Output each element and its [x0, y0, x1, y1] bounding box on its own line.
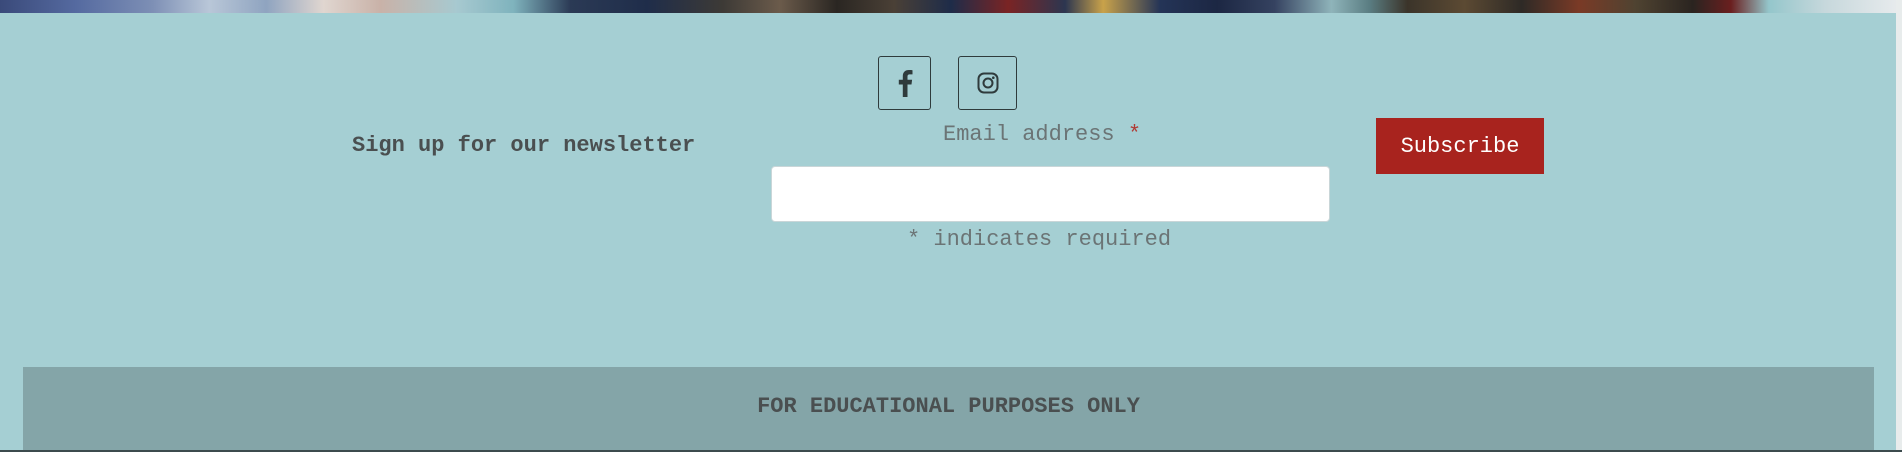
- footer-disclaimer: FOR EDUCATIONAL PURPOSES ONLY: [757, 394, 1140, 419]
- required-star: *: [1127, 122, 1142, 147]
- instagram-icon: [977, 72, 999, 94]
- subscribe-button[interactable]: Subscribe: [1376, 118, 1544, 174]
- email-label-text: Email address: [943, 122, 1115, 147]
- instagram-link[interactable]: [958, 56, 1017, 110]
- newsletter-page: Sign up for our newsletter Email address…: [0, 0, 1902, 452]
- facebook-link[interactable]: [878, 56, 931, 110]
- facebook-icon: [897, 69, 913, 97]
- required-note: * indicates required: [907, 227, 1172, 252]
- email-input[interactable]: [771, 166, 1330, 222]
- scrollbar[interactable]: [1896, 0, 1902, 452]
- header-photo-strip: [0, 0, 1902, 13]
- email-label: Email address *: [943, 122, 1141, 147]
- newsletter-signup-label: Sign up for our newsletter: [352, 133, 696, 158]
- footer-bar: FOR EDUCATIONAL PURPOSES ONLY: [23, 367, 1874, 452]
